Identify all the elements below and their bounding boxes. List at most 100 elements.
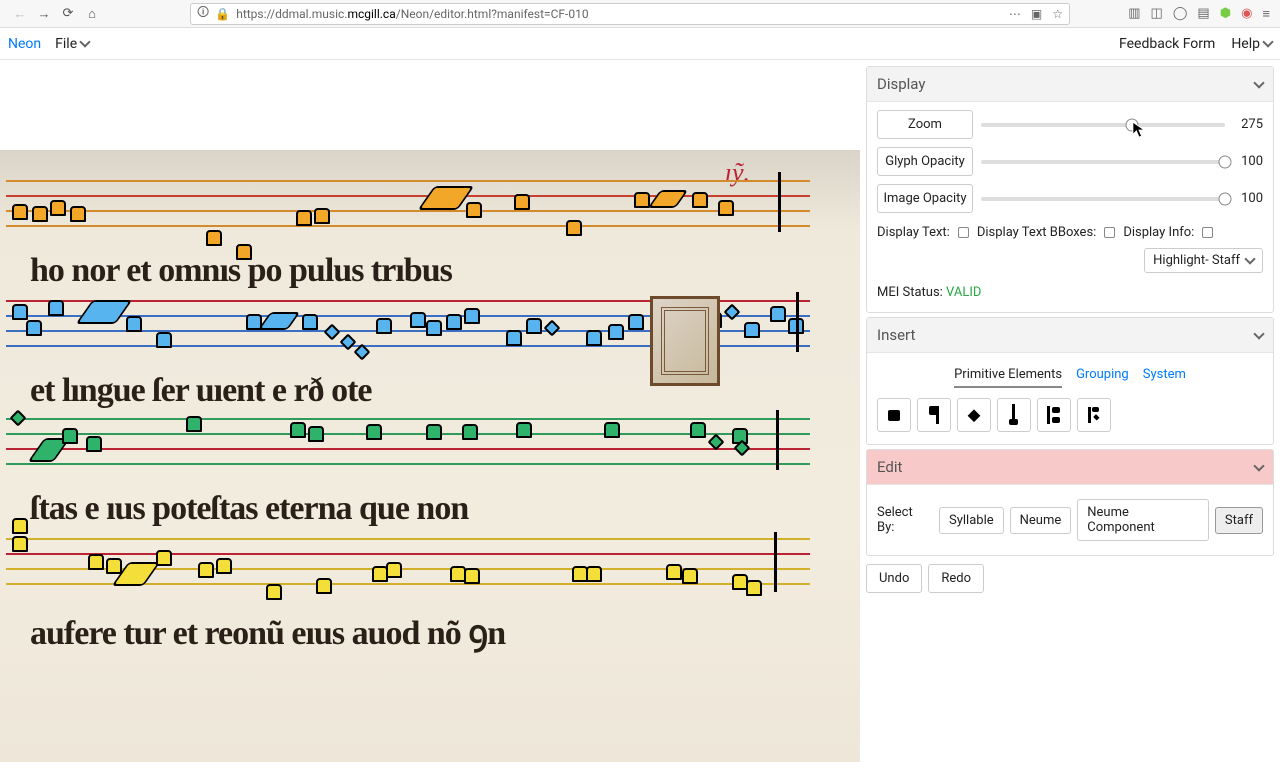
file-menu[interactable]: File [55,36,89,52]
glyph-c-clef[interactable] [1037,398,1071,432]
display-panel-header[interactable]: Display [867,67,1273,102]
glyph-diamond[interactable] [957,398,991,432]
help-label: Help [1231,36,1260,52]
chevron-down-icon [1262,36,1273,47]
nav-arrow-group: ← → ⟳ ⌂ [10,4,102,24]
tab-primitive-elements[interactable]: Primitive Elements [954,367,1062,388]
image-opacity-label: Image Opacity [877,184,973,213]
display-text-label: Display Text: [877,225,950,240]
browser-chrome: ← → ⟳ ⌂ 🛈 🔒 https://ddmal.music.mcgill.c… [0,0,1280,28]
undo-button[interactable]: Undo [866,564,922,593]
bookmark-star-icon[interactable]: ☆ [1052,7,1063,21]
select-neume[interactable]: Neume [1010,507,1072,534]
glyph-opacity-thumb[interactable] [1219,155,1232,168]
app-top-bar: Neon File Feedback Form Help [0,28,1280,60]
edit-panel-header[interactable]: Edit [867,450,1273,485]
zoom-label: Zoom [877,110,973,139]
zoom-slider[interactable] [981,123,1225,127]
ext2-icon[interactable]: ◉ [1241,6,1252,21]
home-button[interactable]: ⌂ [82,4,102,24]
sidebar-icon[interactable]: ◫ [1151,6,1163,21]
image-opacity-value: 100 [1233,191,1263,206]
redo-button[interactable]: Redo [928,564,984,593]
glyph-punctum[interactable] [877,398,911,432]
select-by-label: Select By: [877,505,933,535]
glyph-opacity-slider[interactable] [981,160,1225,164]
zoom-row: Zoom 275 [877,110,1263,139]
chevron-down-icon [1253,460,1264,471]
display-bboxes-checkbox[interactable] [1104,227,1115,238]
glyph-virga[interactable] [917,398,951,432]
lyric-line-4: aufere tur et reonũ eıus auod nõ ꝯn [30,608,505,654]
canvas-area[interactable]: ıỹ. [0,60,860,762]
library-icon[interactable]: ▥ [1128,6,1140,21]
glyph-stem-down[interactable] [997,398,1031,432]
mei-status-value: VALID [946,285,981,300]
edit-title: Edit [877,458,902,476]
url-actions: ⋯ ▣ ☆ [1009,7,1063,21]
file-menu-label: File [55,36,77,52]
lock-icon: 🔒 [215,7,230,21]
insert-panel: Insert Primitive Elements Grouping Syste… [866,317,1274,445]
insert-panel-header[interactable]: Insert [867,318,1273,353]
lyric-line-3: ſtas e ıus poteſtas eterna que non [30,490,468,528]
forward-button[interactable]: → [34,4,54,24]
glyph-opacity-row: Glyph Opacity 100 [877,147,1263,176]
reader-icon[interactable]: ▣ [1031,7,1042,21]
display-text-checkbox[interactable] [958,227,969,238]
select-syllable[interactable]: Syllable [939,507,1004,534]
sidebar: Display Zoom 275 Glyph Opacity [860,60,1280,762]
mei-status-row: MEI Status: VALID [877,281,1263,304]
display-toggles: Display Text: Display Text BBoxes: Displ… [877,221,1263,281]
glyph-f-clef[interactable] [1077,398,1111,432]
back-button[interactable]: ← [10,4,30,24]
main: ıỹ. [0,60,1280,762]
url-bar[interactable]: 🛈 🔒 https://ddmal.music.mcgill.ca/Neon/e… [190,3,1070,25]
display-bboxes-label: Display Text BBoxes: [977,225,1096,240]
select-staff[interactable]: Staff [1215,507,1263,534]
more-icon[interactable]: ⋯ [1009,7,1021,21]
url-text: https://ddmal.music.mcgill.ca/Neon/edito… [236,7,1003,21]
mei-status-label: MEI Status: [877,285,946,300]
select-by-row: Select By: Syllable Neume Neume Componen… [877,493,1263,547]
image-opacity-thumb[interactable] [1219,192,1232,205]
help-menu[interactable]: Help [1231,36,1272,52]
image-opacity-row: Image Opacity 100 [877,184,1263,213]
tab-grouping[interactable]: Grouping [1076,367,1129,388]
highlight-label: Highlight- Staff [1153,253,1240,268]
undo-redo-row: Undo Redo [866,564,1274,593]
tab-system[interactable]: System [1143,367,1186,388]
chevron-down-icon [79,36,90,47]
zoom-thumb[interactable] [1126,118,1139,131]
account-icon[interactable]: ◯ [1173,6,1188,21]
chevron-down-icon [1244,253,1255,264]
display-info-checkbox[interactable] [1202,227,1213,238]
zoom-value: 275 [1233,117,1263,132]
hamburger-icon[interactable]: ≡ [1262,6,1270,22]
staff-4[interactable] [6,538,810,598]
save-icon[interactable]: ▤ [1197,6,1209,21]
ext1-icon[interactable]: ⬢ [1220,6,1231,21]
decorated-initial [650,296,720,386]
chevron-down-icon [1253,77,1264,88]
display-title: Display [877,75,925,93]
insert-title: Insert [877,326,915,344]
highlight-dropdown[interactable]: Highlight- Staff [1144,248,1263,273]
lyric-line-2: et lıngue ſer uıent e rð ote [30,372,372,410]
display-info-label: Display Info: [1123,225,1194,240]
brand[interactable]: Neon [8,36,41,52]
shield-icon: 🛈 [197,3,209,24]
chevron-down-icon [1253,328,1264,339]
toolbar-right: ▥ ◫ ◯ ▤ ⬢ ◉ ≡ [1128,6,1270,22]
glyph-opacity-label: Glyph Opacity [877,147,973,176]
reload-button[interactable]: ⟳ [58,4,78,24]
image-opacity-slider[interactable] [981,197,1225,201]
manuscript-image: ıỹ. [0,150,860,762]
edit-panel: Edit Select By: Syllable Neume Neume Com… [866,449,1274,556]
staff-3[interactable] [6,418,810,478]
glyph-buttons [877,390,1263,436]
staff-1[interactable] [6,180,810,240]
feedback-link[interactable]: Feedback Form [1119,36,1215,52]
glyph-opacity-value: 100 [1233,154,1263,169]
select-neume-component[interactable]: Neume Component [1077,499,1209,541]
